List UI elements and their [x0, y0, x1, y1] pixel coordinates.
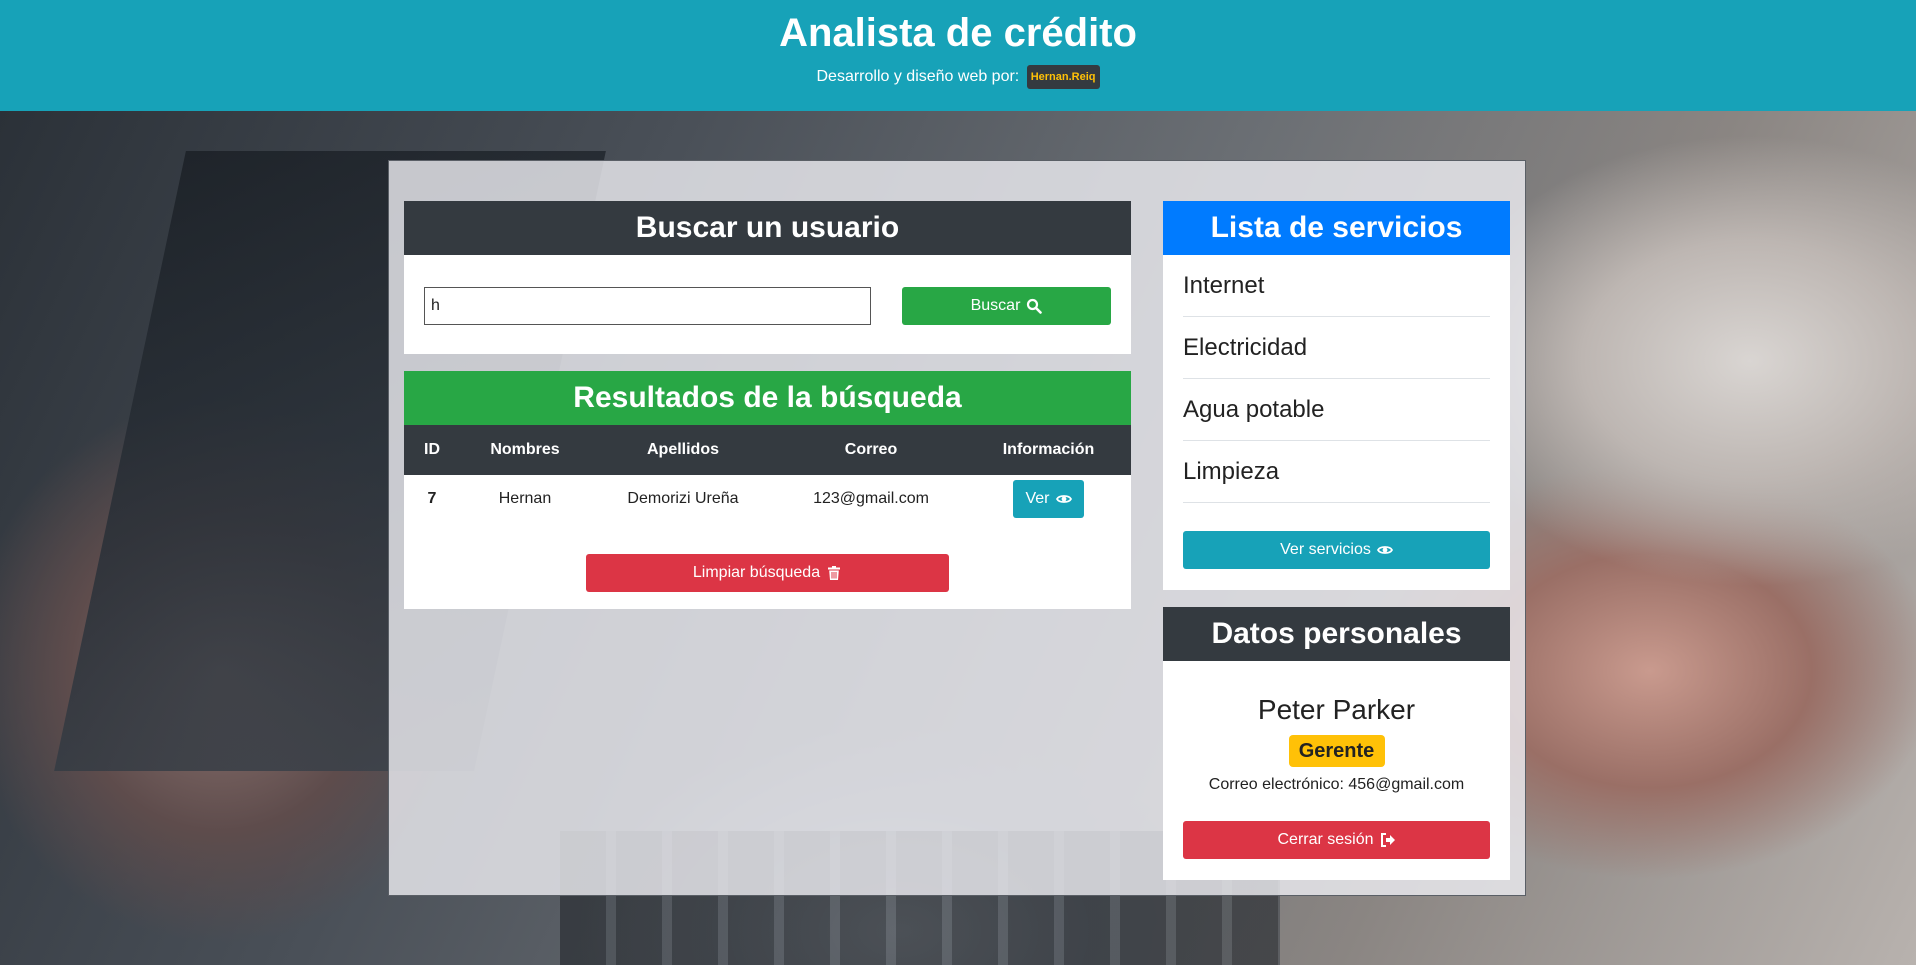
column-header-nombres: Nombres	[490, 441, 560, 458]
column-header-id: ID	[424, 441, 440, 458]
column-header-correo: Correo	[844, 441, 898, 458]
cell-correo: 123@gmail.com	[813, 490, 929, 507]
search-card-title: Buscar un usuario	[404, 201, 1131, 255]
search-icon	[1026, 298, 1043, 314]
cell-informacion: Ver	[966, 480, 1131, 518]
author-badge: Hernan.Reiq	[1026, 65, 1100, 89]
credit-line: Desarrollo y diseño web por: Hernan.Reiq	[0, 65, 1916, 89]
list-item: Electricidad	[1183, 317, 1490, 379]
list-item: Internet	[1183, 255, 1490, 317]
personal-card-title: Datos personales	[1163, 607, 1510, 661]
trash-icon	[826, 565, 842, 581]
view-user-button[interactable]: Ver	[1013, 480, 1084, 518]
sign-out-icon	[1380, 832, 1396, 848]
search-card-body: Buscar	[404, 255, 1131, 354]
clear-search-button[interactable]: Limpiar búsqueda	[586, 554, 949, 592]
cell-id: 7	[427, 490, 437, 507]
view-services-button-label: Ver servicios	[1280, 541, 1371, 558]
eye-icon	[1376, 542, 1393, 558]
user-name: Peter Parker	[1257, 694, 1416, 725]
eye-icon	[1055, 491, 1072, 507]
cell-apellidos: Demorizi Ureña	[627, 490, 739, 507]
results-card-title: Resultados de la búsqueda	[404, 371, 1131, 425]
credit-text: Desarrollo y diseño web por:	[816, 68, 1020, 86]
page-title: Analista de crédito	[779, 11, 1137, 55]
page-header: Analista de crédito Desarrollo y diseño …	[0, 0, 1916, 111]
results-card: Resultados de la búsqueda ID Nombres Ape…	[404, 371, 1131, 609]
list-item: Agua potable	[1183, 379, 1490, 441]
view-services-button[interactable]: Ver servicios	[1183, 531, 1490, 569]
personal-data-card: Datos personales Peter Parker Gerente Co…	[1163, 607, 1510, 880]
column-header-informacion: Información	[1002, 441, 1095, 458]
search-card: Buscar un usuario Buscar	[404, 201, 1131, 354]
logout-button-label: Cerrar sesión	[1277, 831, 1374, 848]
list-item: Limpieza	[1183, 441, 1490, 503]
role-badge: Gerente	[1288, 735, 1385, 767]
services-card: Lista de servicios Internet Electricidad…	[1163, 201, 1510, 590]
clear-search-button-label: Limpiar búsqueda	[692, 564, 821, 581]
table-row: 7 Hernan Demorizi Ureña 123@gmail.com Ve…	[404, 475, 1131, 523]
search-input[interactable]	[424, 287, 871, 325]
cell-nombres: Hernan	[498, 490, 552, 507]
search-button-label: Buscar	[970, 297, 1021, 314]
column-header-apellidos: Apellidos	[646, 441, 719, 458]
services-card-title: Lista de servicios	[1163, 201, 1510, 255]
logout-button[interactable]: Cerrar sesión	[1183, 821, 1490, 859]
view-user-button-label: Ver	[1025, 490, 1050, 507]
results-table-header: ID Nombres Apellidos Correo Información	[404, 425, 1131, 475]
search-button[interactable]: Buscar	[902, 287, 1111, 325]
services-list: Internet Electricidad Agua potable Limpi…	[1163, 255, 1510, 503]
user-email: Correo electrónico: 456@gmail.com	[1208, 776, 1465, 793]
